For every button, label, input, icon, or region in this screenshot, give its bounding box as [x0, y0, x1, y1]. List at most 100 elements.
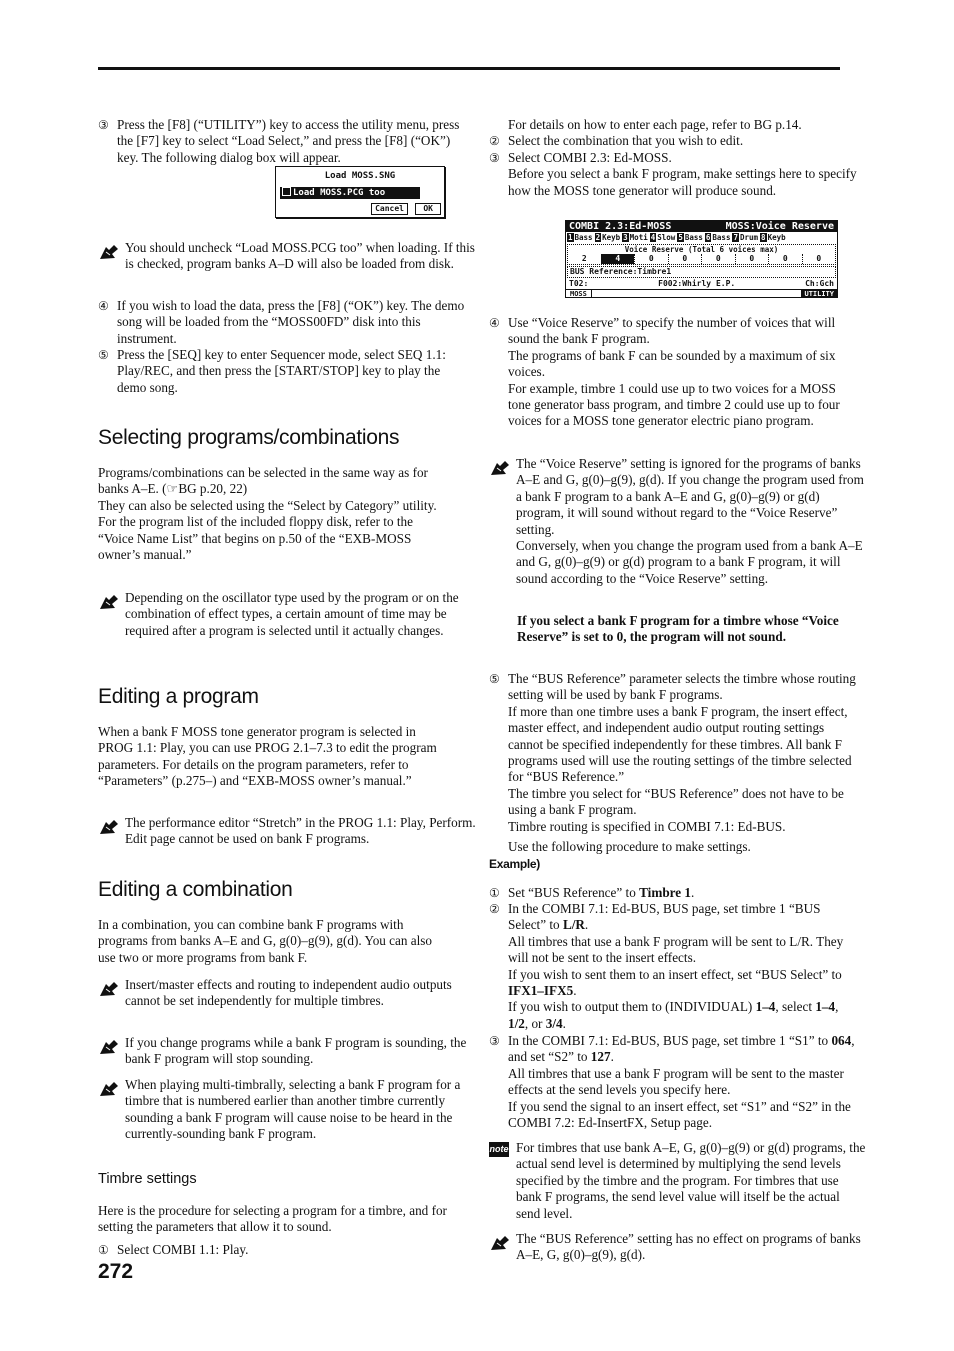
timbre-label: 6 Bass: [704, 233, 731, 243]
timbre-number: 7: [732, 233, 739, 242]
paragraph: If you change programs while a bank F pr…: [125, 1035, 477, 1068]
caution-block: The “BUS Reference” setting has no effec…: [489, 1231, 866, 1264]
text-run: You should uncheck “Load MOSS.PCG too” w…: [125, 240, 475, 272]
h2-block: Editing a combination: [98, 878, 450, 902]
program-name: F002:Whirly E.P.: [658, 279, 736, 288]
text-run: 064: [831, 1033, 852, 1048]
step-block: ⑤ Press the [SEQ] key to enter Sequencer …: [98, 347, 469, 396]
text-run: For timbres that use bank A–E, G, g(0)–g…: [516, 1140, 866, 1221]
caution-block: Insert/master effects and routing to ind…: [98, 977, 477, 1010]
paragraph: Insert/master effects and routing to ind…: [125, 977, 477, 1010]
paragraph: Use “Voice Reserve” to specify the numbe…: [508, 315, 858, 348]
step-number: ③: [98, 118, 109, 132]
paragraph: In the COMBI 7.1: Ed-BUS, BUS page, set …: [508, 1033, 858, 1066]
voice-reserve-value[interactable]: 2: [568, 254, 601, 264]
checkbox[interactable]: [282, 187, 291, 197]
text-run: They can also be selected using the “Sel…: [98, 497, 437, 513]
voice-reserve-value[interactable]: 0: [768, 254, 802, 264]
text-run: Timbre routing is specified in COMBI 7.1…: [508, 818, 786, 834]
paragraph: Depending on the oscillator type used by…: [125, 590, 477, 639]
text-run: Use the following procedure to make sett…: [508, 839, 751, 854]
text-run: Press the [F8] (“UTILITY”) key to access…: [117, 117, 460, 165]
caution-block: If you change programs while a bank F pr…: [98, 1035, 477, 1068]
ok-button[interactable]: OK: [415, 203, 441, 215]
timbre-program: Slow: [657, 233, 676, 242]
text-run: If you select a bank F program for a tim…: [517, 613, 839, 645]
h2-block: Editing a program: [98, 685, 450, 709]
paragraph: In a combination, you can combine bank F…: [98, 917, 450, 966]
paragraph: The programs of bank F can be sounded by…: [508, 348, 858, 381]
paragraph: You should uncheck “Load MOSS.PCG too” w…: [125, 240, 477, 273]
step-block: ① Set “BUS Reference” to Timbre 1.: [489, 885, 858, 901]
text-run: Set “BUS Reference” to: [508, 885, 640, 900]
paragraph: For example, timbre 1 could use up to tw…: [508, 381, 858, 430]
h2-block: Selecting programs/combinations: [98, 426, 450, 450]
text-run: ,: [835, 999, 839, 1015]
timbre-number: 8: [760, 233, 767, 242]
paragraph: For the program list of the included flo…: [98, 514, 450, 563]
timbre-label: 5 Bass: [677, 233, 703, 243]
paragraph: If you wish to output them to (INDIVIDUA…: [508, 999, 858, 1032]
step-number: ②: [489, 134, 500, 148]
step-block: ② Select the combination that you wish to…: [489, 133, 858, 149]
screen-header: COMBI 2.3:Ed-MOSS MOSS:Voice Reserve: [566, 221, 837, 232]
text-block: In a combination, you can combine bank F…: [98, 917, 450, 966]
step-block: ③ Press the [F8] (“UTILITY”) key to acces…: [98, 117, 469, 166]
step-block: ④ If you wish to load the data, press the…: [98, 298, 469, 347]
caution-icon: [489, 1234, 511, 1252]
manual-page: ③ Press the [F8] (“UTILITY”) key to acces…: [0, 0, 954, 1351]
voice-reserve-value[interactable]: 0: [634, 254, 668, 264]
paragraph: Before you select a bank F program, make…: [508, 166, 858, 199]
section-heading: Selecting programs/combinations: [98, 426, 400, 449]
indent-block: Use the following procedure to make sett…: [489, 839, 858, 855]
text-run: All timbres that use a bank F program wi…: [508, 1065, 844, 1098]
timbre-number: 1: [567, 233, 574, 242]
paragraph: All timbres that use a bank F program wi…: [508, 934, 858, 967]
text-run: IFX1–IFX5: [508, 983, 574, 999]
caution-block: Depending on the oscillator type used by…: [98, 590, 477, 639]
voice-reserve-value[interactable]: 4: [600, 254, 634, 264]
step-number: ②: [489, 902, 500, 916]
text-run: In the COMBI 7.1: Ed-BUS, BUS page, set …: [508, 901, 821, 933]
h3-block: Timbre settings: [98, 1170, 450, 1188]
bus-reference[interactable]: BUS Reference:Timbre1: [567, 266, 836, 278]
caution-icon: [98, 818, 120, 836]
tab-moss[interactable]: MOSS: [566, 290, 592, 297]
voice-reserve-value[interactable]: 0: [734, 254, 769, 264]
dialog-title: Load MOSS.SNG: [324, 171, 396, 181]
paragraph: Select COMBI 1.1: Play.: [117, 1242, 469, 1258]
cancel-button[interactable]: Cancel: [371, 203, 408, 215]
text-run: .: [573, 983, 577, 999]
timbre-program: Bass: [712, 233, 731, 242]
paragraph: When playing multi-timbrally, selecting …: [125, 1077, 477, 1143]
text-run: Use “Voice Reserve” to specify the numbe…: [508, 315, 836, 347]
text-run: In a combination, you can combine bank F…: [98, 917, 433, 965]
voice-reserve-value[interactable]: 0: [701, 254, 735, 264]
text-run: For details on how to enter each page, r…: [508, 117, 802, 132]
timbre-label: 1 Bass: [567, 233, 593, 243]
text-run: When playing multi-timbrally, selecting …: [125, 1077, 461, 1142]
paragraph: Press the [F8] (“UTILITY”) key to access…: [117, 117, 469, 166]
paragraph: If more than one timbre uses a bank F pr…: [508, 704, 858, 786]
page-name: MOSS:Voice Reserve: [725, 221, 834, 232]
voice-reserve-value[interactable]: 0: [667, 254, 702, 264]
text-run: .: [610, 1049, 614, 1065]
text-run: If you send the signal to an insert effe…: [508, 1098, 851, 1131]
caution-icon: [98, 243, 120, 261]
text-block: Programs/combinations can be selected in…: [98, 465, 450, 563]
step-number: ⑤: [98, 348, 109, 362]
paragraph: Timbre routing is specified in COMBI 7.1…: [508, 819, 858, 835]
utility-button[interactable]: UTILITY: [801, 290, 837, 297]
timbre-number: 2: [594, 233, 602, 242]
voice-reserve-value[interactable]: 0: [801, 254, 836, 264]
voice-reserve-box: Voice Reserve (Total 6 voices max) 2 4 0 0 0 0…: [567, 244, 836, 265]
timbre-label: 8 Keyb: [760, 233, 786, 243]
text-run: L/R: [562, 917, 585, 933]
voice-reserve-label: Voice Reserve (Total 6 voices max): [624, 245, 779, 254]
load-dialog-screen: Load MOSS.SNG Load MOSS.PCG too Cancel OK: [275, 166, 445, 218]
paragraph: If you wish to sent them to an insert ef…: [508, 967, 858, 1000]
paragraph: If you select a bank F program for a tim…: [517, 613, 867, 646]
timbre-info: T02: F002:Whirly E.P. Ch:Gch: [566, 279, 837, 289]
text-run: Insert/master effects and routing to ind…: [125, 977, 452, 1009]
timbre-label: 3 Moti: [622, 233, 648, 243]
